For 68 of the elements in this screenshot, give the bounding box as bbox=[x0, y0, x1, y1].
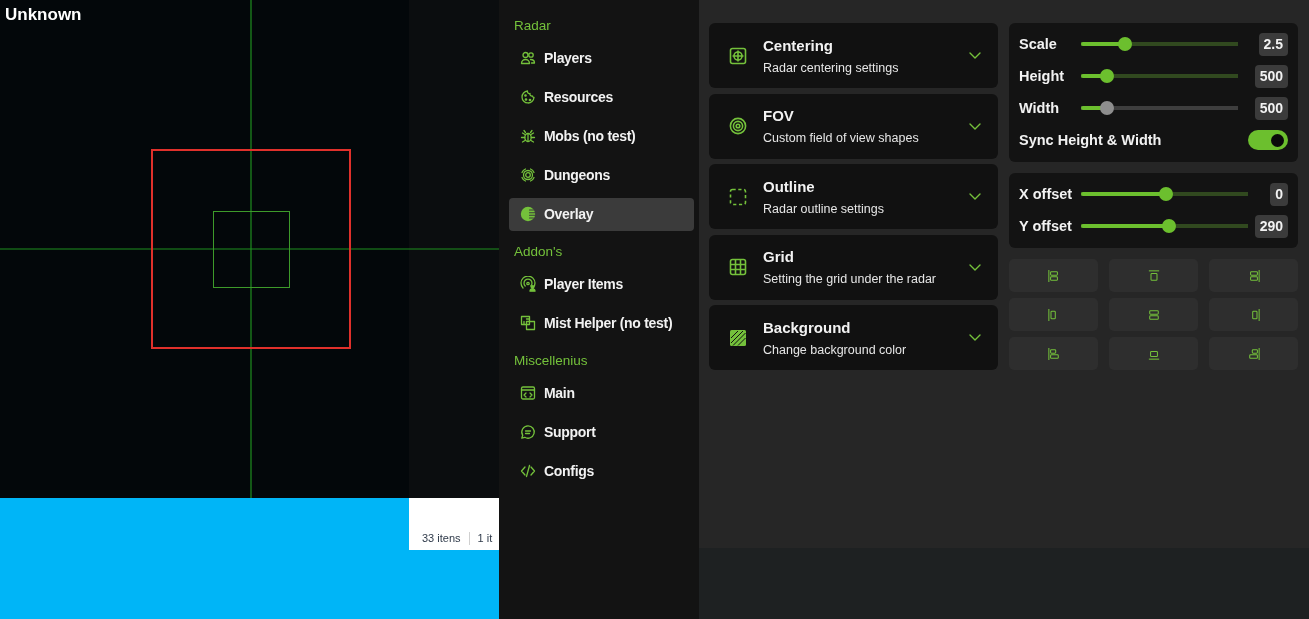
crosshair-square-icon bbox=[729, 46, 747, 65]
accordion-header[interactable]: Grid Setting the grid under the radar bbox=[709, 234, 998, 300]
slider-label: Y offset bbox=[1019, 218, 1072, 234]
accordion-header[interactable]: Centering Radar centering settings bbox=[709, 23, 998, 88]
concentric-circles-icon bbox=[729, 117, 747, 135]
card-subtitle: Radar centering settings bbox=[763, 59, 899, 76]
card-title: Background bbox=[763, 317, 851, 338]
accordion-header[interactable]: Outline Radar outline settings bbox=[709, 164, 998, 229]
accordion-header[interactable]: Background Change background color bbox=[709, 305, 998, 370]
sidebar-item[interactable]: Dungeons bbox=[509, 158, 694, 192]
code-icon bbox=[520, 463, 536, 479]
grid-icon bbox=[729, 258, 747, 276]
slider-thumb[interactable] bbox=[1162, 219, 1177, 233]
overlapping-squares-icon bbox=[520, 315, 536, 331]
bug-icon bbox=[520, 128, 536, 144]
sidebar-item[interactable]: Configs bbox=[509, 454, 694, 488]
value-readout: 290 bbox=[1254, 214, 1288, 238]
broadcast-icon bbox=[520, 276, 536, 292]
slider-thumb[interactable] bbox=[1099, 69, 1114, 83]
card-title: FOV bbox=[763, 106, 794, 126]
slider-thumb[interactable] bbox=[1118, 37, 1133, 51]
slider-label: Width bbox=[1019, 100, 1060, 116]
align-top-center-icon bbox=[1147, 268, 1160, 283]
slider-label: Height bbox=[1019, 68, 1065, 84]
align-center-icon bbox=[1147, 307, 1160, 322]
toggle-switch[interactable] bbox=[1248, 130, 1288, 150]
sidebar-item[interactable]: Resources bbox=[509, 80, 694, 114]
sidebar-item[interactable]: Main bbox=[509, 376, 694, 410]
users-icon bbox=[520, 50, 536, 66]
value-readout: 2.5 bbox=[1258, 32, 1288, 56]
accordion-header[interactable]: FOV Custom field of view shapes bbox=[709, 93, 998, 159]
align-top-left-icon bbox=[1047, 268, 1060, 283]
hatched-square-icon bbox=[729, 328, 747, 347]
overlay-label: Unknown bbox=[5, 5, 82, 25]
chat-icon bbox=[520, 424, 536, 440]
section-heading: Addon's bbox=[513, 243, 564, 261]
align-bottom-right-icon bbox=[1247, 346, 1260, 361]
card-title: Centering bbox=[763, 35, 833, 56]
sidebar-item[interactable]: Players bbox=[509, 41, 694, 75]
toggle-label: Sync Height & Width bbox=[1019, 132, 1162, 148]
value-readout: 500 bbox=[1254, 64, 1288, 88]
card-subtitle: Custom field of view shapes bbox=[763, 130, 919, 146]
sidebar-item[interactable]: Mobs (no test) bbox=[509, 119, 694, 153]
slider-label: X offset bbox=[1019, 186, 1073, 202]
sidebar-item[interactable]: Support bbox=[509, 415, 694, 449]
cookie-icon bbox=[520, 89, 536, 105]
card-subtitle: Setting the grid under the radar bbox=[763, 271, 937, 287]
striped-circle-icon bbox=[520, 206, 536, 222]
slider-thumb[interactable] bbox=[1159, 187, 1173, 201]
align-bottom-left-icon bbox=[1047, 346, 1060, 361]
target-icon bbox=[520, 167, 536, 183]
value-readout: 0 bbox=[1270, 182, 1288, 206]
align-top-right-icon bbox=[1247, 268, 1260, 283]
section-heading: Radar bbox=[513, 17, 552, 35]
status-text: 33 itens bbox=[422, 532, 461, 545]
sidebar-item[interactable]: Overlay bbox=[509, 197, 694, 231]
card-subtitle: Radar outline settings bbox=[763, 200, 884, 217]
code-window-icon bbox=[520, 385, 536, 401]
sidebar-item[interactable]: Player Items bbox=[509, 267, 694, 301]
card-title: Grid bbox=[763, 247, 794, 267]
sidebar-item[interactable]: Mist Helper (no test) bbox=[509, 306, 694, 340]
section-heading: Miscellenius bbox=[513, 352, 589, 370]
dashed-square-icon bbox=[729, 187, 747, 206]
value-readout: 500 bbox=[1254, 96, 1288, 120]
card-subtitle: Change background color bbox=[763, 341, 907, 358]
status-text: 1 it bbox=[477, 532, 493, 545]
card-title: Outline bbox=[763, 176, 815, 197]
slider-label: Scale bbox=[1019, 36, 1057, 52]
